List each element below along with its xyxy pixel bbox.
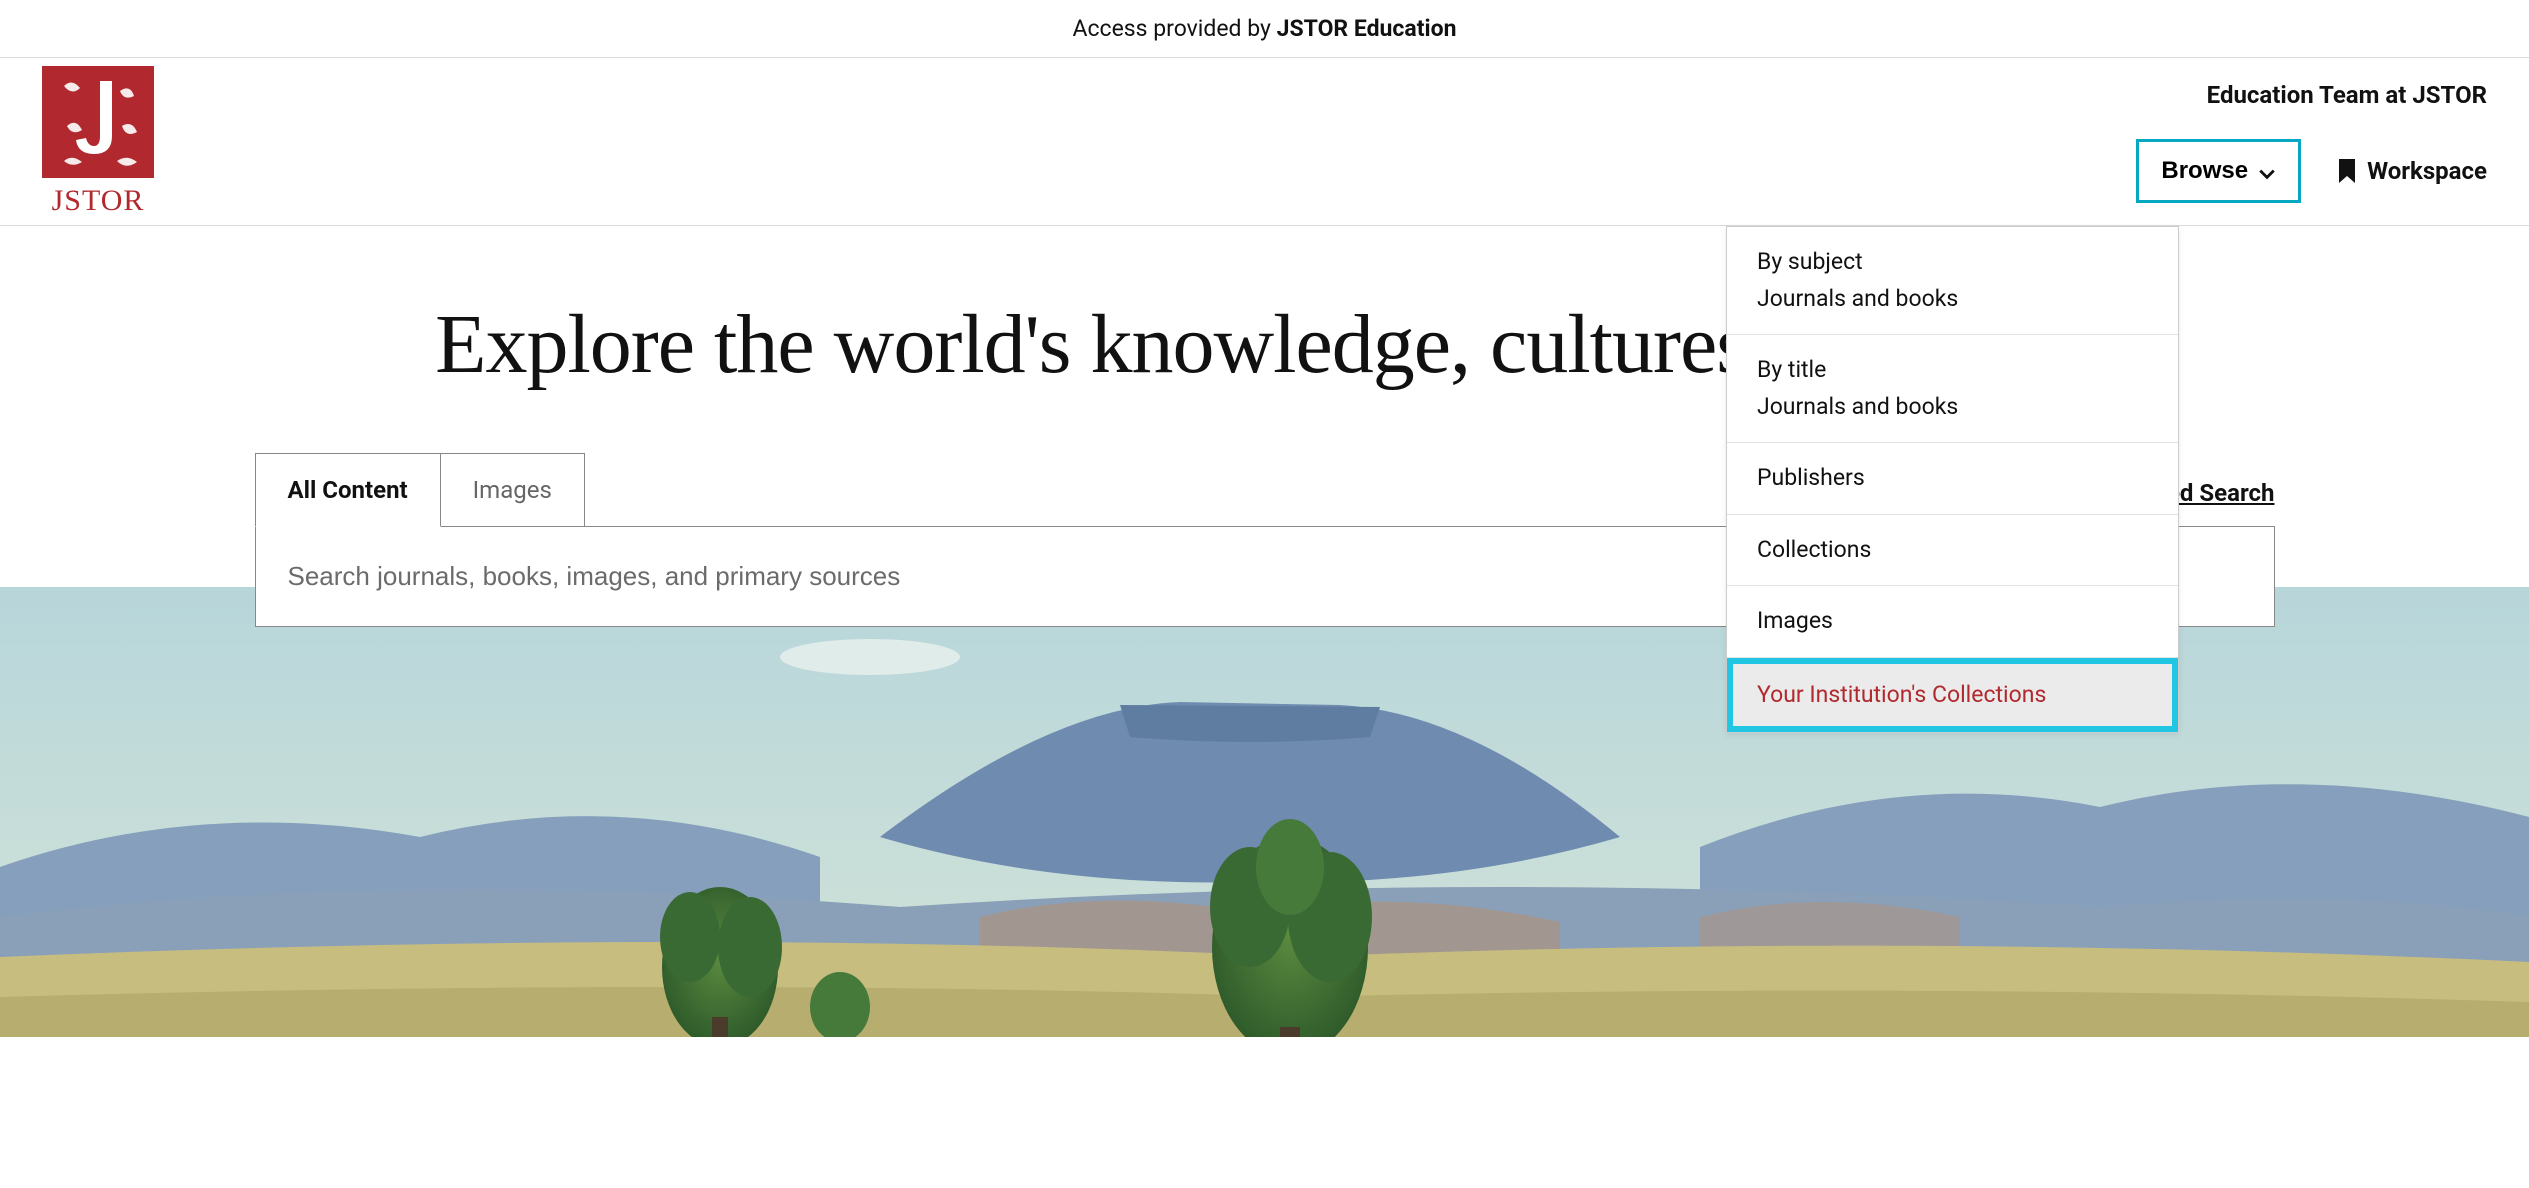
tab-images[interactable]: Images [441, 453, 585, 527]
user-institution-label[interactable]: Education Team at JSTOR [2207, 81, 2487, 109]
dropdown-item-title: Your Institution's Collections [1757, 678, 2148, 713]
dropdown-item-subtitle: Journals and books [1757, 390, 2148, 425]
search-tabs: All Content Images [255, 453, 585, 527]
logo-j-icon [42, 66, 154, 178]
dropdown-item-by-title[interactable]: By title Journals and books [1727, 335, 2178, 443]
access-bar: Access provided by JSTOR Education [0, 0, 2529, 58]
jstor-logo-text: JSTOR [52, 184, 145, 218]
header-right: Education Team at JSTOR Browse Workspace [2136, 81, 2487, 203]
access-provider: JSTOR Education [1277, 15, 1457, 42]
dropdown-item-collections[interactable]: Collections [1727, 515, 2178, 587]
browse-dropdown-button[interactable]: Browse [2136, 139, 2301, 203]
tab-all-content[interactable]: All Content [255, 453, 441, 527]
dropdown-item-title: By subject [1757, 245, 2148, 280]
dropdown-item-institution-collections[interactable]: Your Institution's Collections [1727, 658, 2178, 733]
dropdown-item-images[interactable]: Images [1727, 586, 2178, 658]
dropdown-item-publishers[interactable]: Publishers [1727, 443, 2178, 515]
jstor-logo[interactable]: JSTOR [42, 66, 154, 218]
dropdown-item-title: Collections [1757, 533, 2148, 568]
bookmark-icon [2337, 159, 2357, 183]
workspace-link[interactable]: Workspace [2337, 157, 2487, 185]
header: JSTOR Education Team at JSTOR Browse Wor… [0, 58, 2529, 226]
dropdown-item-title: By title [1757, 353, 2148, 388]
access-prefix: Access provided by [1073, 15, 1277, 42]
nav-row: Browse Workspace [2136, 139, 2487, 203]
browse-dropdown-menu: By subject Journals and books By title J… [1726, 226, 2179, 733]
workspace-label: Workspace [2367, 157, 2487, 185]
browse-label: Browse [2161, 157, 2248, 185]
jstor-logo-icon [42, 66, 154, 178]
dropdown-item-title: Images [1757, 604, 2148, 639]
chevron-down-icon [2258, 162, 2276, 180]
dropdown-item-title: Publishers [1757, 461, 2148, 496]
dropdown-item-by-subject[interactable]: By subject Journals and books [1727, 227, 2178, 335]
dropdown-item-subtitle: Journals and books [1757, 282, 2148, 317]
